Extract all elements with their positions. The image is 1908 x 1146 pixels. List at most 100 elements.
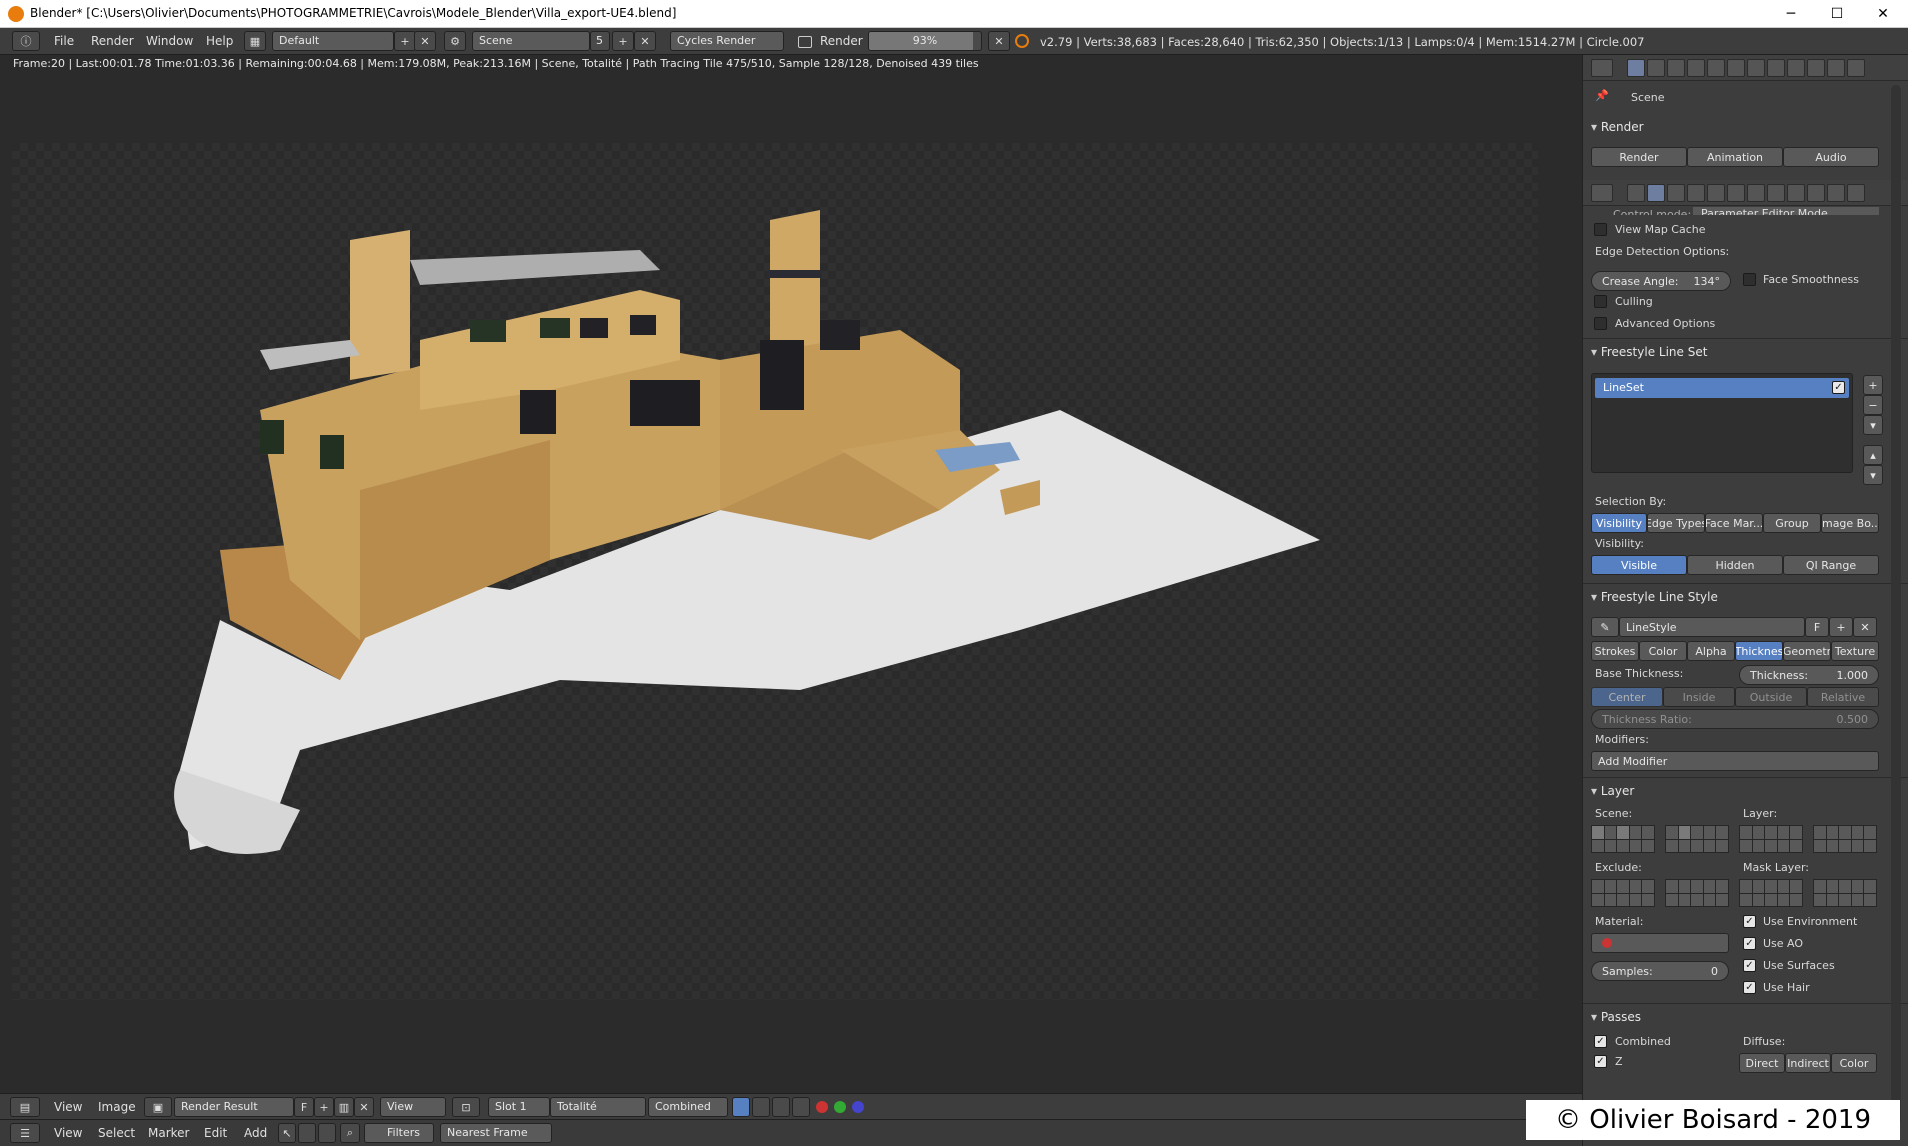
zbuffer-icon[interactable] (772, 1097, 790, 1117)
layer-panel-header[interactable]: Layer (1591, 784, 1634, 798)
use-hair-checkbox[interactable]: ✓ (1743, 981, 1756, 994)
selection-group-tab[interactable]: Group (1763, 513, 1821, 533)
object-tab-icon[interactable] (1707, 59, 1725, 77)
world-tab-icon[interactable] (1687, 184, 1705, 202)
linestyle-fake-user-button[interactable]: F (1805, 617, 1829, 637)
move-down-button[interactable]: ▾ (1863, 465, 1883, 485)
menu-edit[interactable]: Edit (204, 1126, 227, 1140)
use-ao-checkbox[interactable]: ✓ (1743, 937, 1756, 950)
render-layers-tab-icon[interactable] (1647, 184, 1665, 202)
render-tab-icon[interactable] (1627, 184, 1645, 202)
render-panel-header[interactable]: Render (1591, 120, 1644, 134)
world-tab-icon[interactable] (1687, 59, 1705, 77)
samples-field[interactable]: Samples: 0 (1591, 961, 1729, 981)
remove-lineset-button[interactable]: − (1863, 395, 1883, 415)
diffuse-indirect-button[interactable]: Indirect (1785, 1053, 1831, 1073)
lineset-menu-button[interactable]: ▾ (1863, 415, 1883, 435)
alpha-icon[interactable] (752, 1097, 770, 1117)
add-layout-button[interactable]: + (394, 31, 416, 51)
remove-layout-button[interactable]: ✕ (414, 31, 436, 51)
audio-button[interactable]: Audio (1783, 147, 1879, 167)
menu-help[interactable]: Help (206, 34, 233, 48)
pivot-icon[interactable]: ⊡ (452, 1097, 480, 1117)
combined-pass-checkbox[interactable]: ✓ (1594, 1035, 1607, 1048)
editor-type-icon[interactable] (1591, 184, 1613, 202)
close-window-button[interactable]: ✕ (1860, 0, 1906, 28)
diffuse-direct-button[interactable]: Direct (1739, 1053, 1785, 1073)
render-tab-icon[interactable] (1627, 59, 1645, 77)
minimize-button[interactable]: ─ (1768, 0, 1814, 28)
cancel-render-button[interactable]: ✕ (988, 31, 1010, 51)
selection-image-border-tab[interactable]: Image Bo... (1821, 513, 1879, 533)
new-image-button[interactable]: + (314, 1097, 334, 1117)
texture-tab-icon[interactable] (1807, 59, 1825, 77)
control-mode-select[interactable]: Parameter Editor Mode (1693, 207, 1879, 215)
thickness-inside-tab[interactable]: Inside (1663, 687, 1735, 707)
editor-type-icon[interactable]: ⓘ (12, 31, 40, 51)
lineset-enabled-checkbox[interactable]: ✓ (1832, 381, 1845, 394)
snap-icon[interactable] (318, 1123, 336, 1143)
animation-button[interactable]: Animation (1687, 147, 1783, 167)
object-tab-icon[interactable] (1707, 184, 1725, 202)
render-layers-tab-icon[interactable] (1647, 59, 1665, 77)
menu-add[interactable]: Add (244, 1126, 267, 1140)
view-mode-select[interactable]: View (380, 1097, 446, 1117)
advanced-options-checkbox[interactable] (1594, 317, 1607, 330)
linestyle-geometry-tab[interactable]: Geometr (1783, 641, 1831, 661)
render-engine-select[interactable]: Cycles Render (670, 31, 784, 51)
material-override-field[interactable] (1591, 933, 1729, 953)
exclude-layer-grid[interactable] (1591, 879, 1655, 907)
remove-scene-button[interactable]: ✕ (634, 31, 656, 51)
face-smoothness-checkbox[interactable] (1743, 273, 1756, 286)
modifiers-tab-icon[interactable] (1747, 59, 1765, 77)
image-name-field[interactable]: Render Result (174, 1097, 294, 1117)
linestyle-alpha-tab[interactable]: Alpha (1687, 641, 1735, 661)
thickness-ratio-field[interactable]: Thickness Ratio: 0.500 (1591, 709, 1879, 729)
layer-layer-grid[interactable] (1813, 825, 1877, 853)
linestyle-texture-tab[interactable]: Texture (1831, 641, 1879, 661)
green-channel-icon[interactable] (834, 1101, 846, 1113)
thickness-relative-tab[interactable]: Relative (1807, 687, 1879, 707)
render-button[interactable]: Render (1591, 147, 1687, 167)
menu-view[interactable]: View (54, 1100, 82, 1114)
add-scene-button[interactable]: + (612, 31, 634, 51)
add-linestyle-button[interactable]: + (1829, 617, 1853, 637)
lock-icon[interactable] (298, 1123, 316, 1143)
lineset-list[interactable]: LineSet ✓ (1591, 373, 1853, 473)
properties-scrollbar[interactable] (1891, 85, 1901, 1125)
move-up-button[interactable]: ▴ (1863, 445, 1883, 465)
thickness-center-tab[interactable]: Center (1591, 687, 1663, 707)
scene-icon[interactable]: ⚙ (444, 31, 466, 51)
layout-icon[interactable]: ▦ (244, 31, 266, 51)
layer-layer-grid[interactable] (1739, 825, 1803, 853)
filters-button[interactable]: Filters (364, 1123, 434, 1143)
unlink-image-button[interactable]: ✕ (354, 1097, 374, 1117)
linestyle-thickness-tab[interactable]: Thicknes (1735, 641, 1783, 661)
visibility-visible-tab[interactable]: Visible (1591, 555, 1687, 575)
diffuse-color-button[interactable]: Color (1831, 1053, 1877, 1073)
color-icon[interactable] (792, 1097, 810, 1117)
editor-type-icon[interactable]: ☰ (10, 1123, 40, 1143)
view-map-cache-checkbox[interactable] (1594, 223, 1607, 236)
freestyle-line-style-header[interactable]: Freestyle Line Style (1591, 590, 1718, 604)
material-tab-icon[interactable] (1787, 59, 1805, 77)
constraints-tab-icon[interactable] (1727, 184, 1745, 202)
cursor-icon[interactable]: ↖ (278, 1123, 296, 1143)
texture-tab-icon[interactable] (1807, 184, 1825, 202)
scene-layer-grid[interactable] (1591, 825, 1655, 853)
linestyle-name-field[interactable]: LineStyle (1619, 617, 1805, 637)
image-fake-user-button[interactable]: F (294, 1097, 314, 1117)
data-tab-icon[interactable] (1767, 184, 1785, 202)
scene-tab-icon[interactable] (1667, 184, 1685, 202)
selection-face-marks-tab[interactable]: Face Mar... (1705, 513, 1763, 533)
scene-layer-grid[interactable] (1665, 825, 1729, 853)
menu-marker[interactable]: Marker (148, 1126, 189, 1140)
freestyle-line-set-header[interactable]: Freestyle Line Set (1591, 345, 1708, 359)
crease-angle-field[interactable]: Crease Angle: 134° (1591, 271, 1731, 291)
screen-layout-field[interactable]: Default (272, 31, 394, 51)
data-tab-icon[interactable] (1767, 59, 1785, 77)
passes-panel-header[interactable]: Passes (1591, 1010, 1641, 1024)
add-modifier-select[interactable]: Add Modifier (1591, 751, 1879, 771)
add-lineset-button[interactable]: + (1863, 375, 1883, 395)
visibility-qi-range-tab[interactable]: QI Range (1783, 555, 1879, 575)
